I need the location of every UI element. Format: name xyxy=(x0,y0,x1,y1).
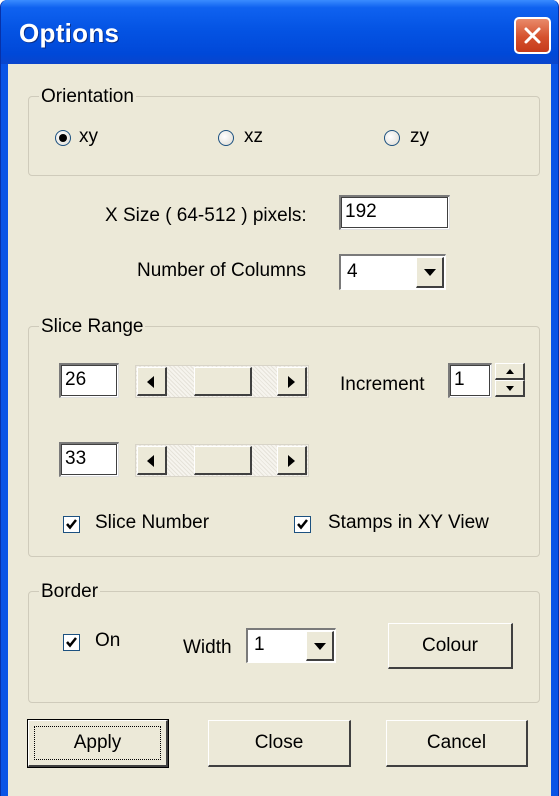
stamps-xy-label[interactable]: Stamps in XY View xyxy=(328,512,489,534)
checkmark-icon xyxy=(66,637,77,648)
x-size-input[interactable]: 192 xyxy=(339,195,450,230)
chevron-down-icon xyxy=(314,643,326,650)
slice-number-label[interactable]: Slice Number xyxy=(95,512,209,534)
border-width-dropdown-button[interactable] xyxy=(306,631,334,661)
border-legend: Border xyxy=(39,581,101,603)
border-on-label[interactable]: On xyxy=(95,630,120,652)
slice-range-group: Slice Range 26 Increment 1 33 Slice Numb… xyxy=(28,316,540,557)
columns-select[interactable]: 4 xyxy=(339,254,446,290)
slice-number-checkbox[interactable] xyxy=(63,516,80,533)
apply-button[interactable]: Apply xyxy=(27,719,169,768)
radio-dot xyxy=(59,134,67,142)
title-bar[interactable]: Options xyxy=(1,0,558,64)
increment-up-button[interactable] xyxy=(495,363,525,380)
close-icon xyxy=(524,27,541,44)
window-title: Options xyxy=(19,18,120,48)
close-button[interactable]: Close xyxy=(208,720,351,767)
border-width-label: Width xyxy=(183,637,232,658)
radio-zy[interactable] xyxy=(384,130,400,146)
slice-end-thumb[interactable] xyxy=(194,446,252,475)
border-width-select[interactable]: 1 xyxy=(246,628,336,663)
border-group: Border On Width 1 Colour xyxy=(28,581,540,703)
focus-rect xyxy=(34,726,161,760)
slice-range-legend: Slice Range xyxy=(39,316,146,338)
colour-button[interactable]: Colour xyxy=(388,623,513,669)
arrow-right-icon xyxy=(288,376,295,388)
arrow-right-icon xyxy=(288,455,295,467)
slice-end-slider[interactable] xyxy=(135,444,309,477)
radio-xz[interactable] xyxy=(218,130,234,146)
radio-zy-label[interactable]: zy xyxy=(410,126,429,148)
slice-end-left-button[interactable] xyxy=(137,446,167,475)
radio-xy-label[interactable]: xy xyxy=(79,126,98,148)
stamps-xy-checkbox[interactable] xyxy=(294,516,311,533)
increment-spinner[interactable] xyxy=(495,363,529,398)
slice-start-right-button[interactable] xyxy=(277,367,307,396)
options-dialog: Options Orientation xy xz zy X Size ( 64… xyxy=(0,0,559,796)
increment-input[interactable]: 1 xyxy=(448,363,492,398)
border-width-value: 1 xyxy=(254,634,265,655)
orientation-legend: Orientation xyxy=(39,86,136,108)
slice-start-left-button[interactable] xyxy=(137,367,167,396)
close-window-button[interactable] xyxy=(514,17,551,54)
radio-xy[interactable] xyxy=(55,130,71,146)
slice-end-right-button[interactable] xyxy=(277,446,307,475)
radio-xz-label[interactable]: xz xyxy=(244,126,263,148)
arrow-left-icon xyxy=(147,376,154,388)
slice-start-input[interactable]: 26 xyxy=(59,363,119,398)
x-size-label: X Size ( 64-512 ) pixels: xyxy=(105,205,307,226)
arrow-left-icon xyxy=(147,455,154,467)
orientation-group: Orientation xy xz zy xyxy=(28,86,540,176)
columns-label: Number of Columns xyxy=(137,260,306,281)
checkmark-icon xyxy=(66,519,77,530)
slice-start-thumb[interactable] xyxy=(194,367,252,396)
increment-label: Increment xyxy=(340,374,425,395)
chevron-down-icon xyxy=(424,269,436,276)
border-on-checkbox[interactable] xyxy=(63,634,80,651)
arrow-down-icon xyxy=(506,386,514,391)
arrow-up-icon xyxy=(506,369,514,374)
cancel-button[interactable]: Cancel xyxy=(386,720,528,767)
checkmark-icon xyxy=(297,519,308,530)
slice-end-input[interactable]: 33 xyxy=(59,442,119,477)
columns-dropdown-button[interactable] xyxy=(416,257,444,288)
dialog-body: Orientation xy xz zy X Size ( 64-512 ) p… xyxy=(8,64,551,796)
increment-down-button[interactable] xyxy=(495,380,525,397)
slice-start-slider[interactable] xyxy=(135,365,309,398)
columns-value: 4 xyxy=(347,261,358,282)
